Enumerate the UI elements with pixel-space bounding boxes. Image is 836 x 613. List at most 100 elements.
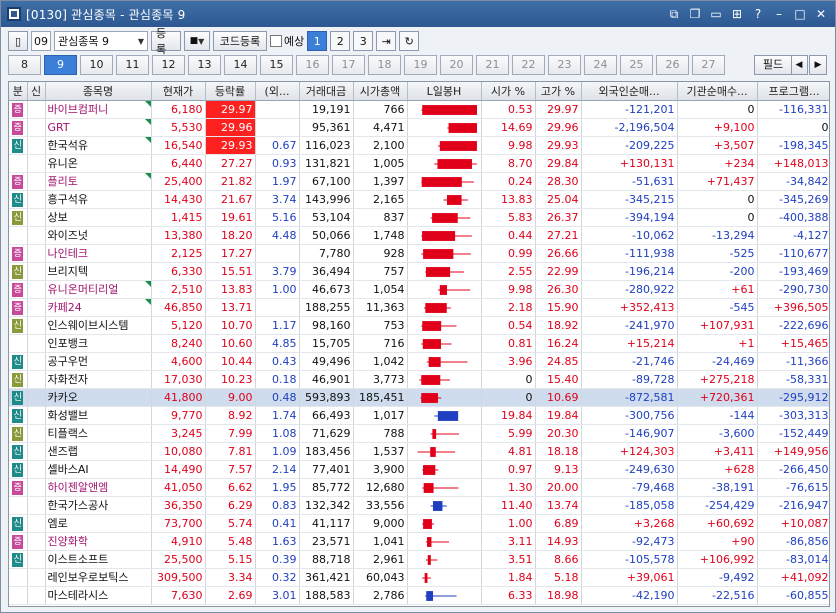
tab-prev-arrow-icon[interactable]: ◀	[790, 55, 808, 75]
program-net-buy: -110,677	[757, 244, 829, 263]
table-row[interactable]: 레인보우로보틱스 309,500 3.34 0.32 361,421 60,043 1.84…	[9, 568, 829, 587]
table-row[interactable]: 증 나인테크 2,125 17.27 7,780 928 0.99 26.66 -111,938…	[9, 244, 829, 263]
table-row[interactable]: 와이즈넛 13,380 18.20 4.48 50,066 1,748 0.44 27.21-…	[9, 226, 829, 245]
column-header[interactable]: 시가 %	[481, 82, 536, 101]
table-row[interactable]: 증 GRT 5,530 29.96 95,361 4,471 14.69 29.96 -2,19…	[9, 118, 829, 137]
table-row[interactable]: 신 티플랙스 3,245 7.99 1.08 71,629 788 5.99 20.30 -146…	[9, 424, 829, 443]
column-header[interactable]: 등락률	[205, 82, 256, 101]
page-3-button[interactable]: 3	[353, 31, 374, 51]
tab-13[interactable]: 13	[188, 55, 221, 75]
column-header[interactable]: L일봉H	[407, 82, 482, 101]
trade-amount: 66,493	[299, 406, 354, 425]
table-row[interactable]: 신 자화전자 17,030 10.23 0.18 46,901 3,773 0 15.40 -89…	[9, 370, 829, 389]
column-header[interactable]: 고가 %	[535, 82, 582, 101]
table-row[interactable]: 신 공구우먼 4,600 10.44 0.43 49,496 1,042 3.96 24.85-…	[9, 352, 829, 371]
market-division-cell: 증	[9, 244, 28, 263]
tab-11[interactable]: 11	[116, 55, 149, 75]
export-icon[interactable]: ⇥	[376, 31, 397, 51]
layout-toggle-icon[interactable]: ▯	[8, 31, 28, 51]
table-row[interactable]: 증 바이브컴퍼니 6,180 29.97 19,191 766 0.53 29.97 -121,…	[9, 100, 829, 119]
group-number[interactable]: 09	[31, 31, 51, 51]
column-header[interactable]: 외국인순매...	[581, 82, 678, 101]
column-header[interactable]: 거래대금	[299, 82, 354, 101]
watchlist-grid[interactable]: 분 신 종목명 현재가 등락률 (외... 거래대금 시가총액 L일봉H 시가 % 고가 % 외국인순…	[8, 81, 830, 607]
column-header[interactable]: 시가총액	[353, 82, 408, 101]
register-button[interactable]: 등록	[151, 27, 181, 56]
table-row[interactable]: 증 플리토 25,400 21.82 1.97 67,100 1,397 0.24 28.30-…	[9, 172, 829, 191]
tab-27[interactable]: 27	[692, 55, 725, 75]
grid-settings-icon[interactable]: ⊞	[729, 6, 745, 22]
table-row[interactable]: 신 인스웨이브시스템 5,120 10.70 1.17 98,160 753 0.54 18.9…	[9, 316, 829, 335]
tab-17[interactable]: 17	[332, 55, 365, 75]
close-icon[interactable]: ✕	[813, 6, 829, 22]
table-row[interactable]: 한국가스공사 36,350 6.29 0.83 132,342 33,556 11.40 13…	[9, 496, 829, 515]
checkbox-box[interactable]	[270, 35, 282, 47]
page-2-button[interactable]: 2	[330, 31, 351, 51]
filter-button[interactable]: 필드	[754, 55, 792, 75]
minimize-icon[interactable]: –	[771, 6, 787, 22]
preview-checkbox[interactable]: 예상	[270, 31, 304, 51]
tab-15[interactable]: 15	[260, 55, 293, 75]
table-row[interactable]: 신 브리지텍 6,330 15.51 3.79 36,494 757 2.55 22.99 -19…	[9, 262, 829, 281]
table-row[interactable]: 신 화성밸브 9,770 8.92 1.74 66,493 1,017 19.84 19.84-…	[9, 406, 829, 425]
column-header[interactable]: 종목명	[45, 82, 152, 101]
table-row[interactable]: 인포뱅크 8,240 10.60 4.85 15,705 716 0.81 16.24 +15,…	[9, 334, 829, 353]
table-row[interactable]: 증 유니온머티리얼 2,510 13.83 1.00 46,673 1,054 9.98 26.…	[9, 280, 829, 299]
tab-8[interactable]: 8	[8, 55, 41, 75]
tab-24[interactable]: 24	[584, 55, 617, 75]
copy-window-icon[interactable]: ❐	[687, 6, 703, 22]
trade-amount: 132,342	[299, 496, 354, 515]
tab-14[interactable]: 14	[224, 55, 257, 75]
tab-19[interactable]: 19	[404, 55, 437, 75]
title-bar[interactable]: [0130] 관심종목 - 관심종목 9 ⧉ ❐ ▭ ⊞ ? – □ ✕	[1, 1, 835, 27]
tab-18[interactable]: 18	[368, 55, 401, 75]
stock-name: 흥구석유	[45, 190, 152, 209]
column-header[interactable]: 현재가	[151, 82, 206, 101]
column-header[interactable]: 기관순매수...	[677, 82, 758, 101]
link-icon[interactable]: ⧉	[666, 6, 682, 22]
tab-9[interactable]: 9	[44, 55, 77, 75]
market-cap: 757	[353, 262, 408, 281]
column-header[interactable]: (외...	[255, 82, 300, 101]
table-row[interactable]: 신 이스트소프트 25,500 5.15 0.39 88,718 2,961 3.51 8.66…	[9, 550, 829, 569]
help-icon[interactable]: ?	[750, 6, 766, 22]
table-row[interactable]: 유니온 6,440 27.27 0.93 131,821 1,005 8.70 29.84 +1…	[9, 154, 829, 173]
column-header[interactable]: 프로그램...	[757, 82, 829, 101]
tab-next-arrow-icon[interactable]: ▶	[809, 55, 827, 75]
tab-10[interactable]: 10	[80, 55, 113, 75]
table-row[interactable]: 신 샌즈랩 10,080 7.81 1.09 183,456 1,537 4.81 18.18 +…	[9, 442, 829, 461]
column-header[interactable]: 분	[9, 82, 28, 101]
tab-12[interactable]: 12	[152, 55, 185, 75]
tab-16[interactable]: 16	[296, 55, 329, 75]
open-rate: 4.81	[481, 442, 536, 461]
table-row[interactable]: 신 한국석유 16,540 29.93 0.67 116,023 2,100 9.98 29.9…	[9, 136, 829, 155]
table-row[interactable]: 증 진양화학 4,910 5.48 1.63 23,571 1,041 3.11 14.93 -9…	[9, 532, 829, 551]
table-row[interactable]: 마스테라시스 7,630 2.69 3.01 188,583 2,786 6.33 18.98…	[9, 586, 829, 605]
tab-21[interactable]: 21	[476, 55, 509, 75]
open-rate: 1.30	[481, 478, 536, 497]
screen-capture-icon[interactable]: ▭	[708, 6, 724, 22]
tab-22[interactable]: 22	[512, 55, 545, 75]
code-register-button[interactable]: 코드등록	[213, 31, 267, 51]
group-select[interactable]: 관심종목 9 ▼	[54, 31, 148, 51]
tab-20[interactable]: 20	[440, 55, 473, 75]
page-1-button[interactable]: 1	[307, 31, 328, 51]
table-row[interactable]: 신 카카오 41,800 9.00 0.48 593,893 185,451 0 10.69 -8…	[9, 388, 829, 407]
column-header[interactable]: 신	[27, 82, 46, 101]
table-row[interactable]: 증 카페24 46,850 13.71 188,255 11,363 2.18 15.90 +3…	[9, 298, 829, 317]
table-row[interactable]: 신 엠로 73,700 5.74 0.41 41,117 9,000 1.00 6.89 +3,2…	[9, 514, 829, 533]
maximize-icon[interactable]: □	[792, 6, 808, 22]
change-rate: 10.44	[205, 352, 256, 371]
tab-25[interactable]: 25	[620, 55, 653, 75]
tab-23[interactable]: 23	[548, 55, 581, 75]
table-row[interactable]: 증 하이젠알앤엠 41,050 6.62 1.95 85,772 12,680 1.30 20.…	[9, 478, 829, 497]
view-mode-dropdown[interactable]: ■ ▼	[184, 31, 210, 51]
program-net-buy: -400,388	[757, 208, 829, 227]
table-row[interactable]: 신 흥구석유 14,430 21.67 3.74 143,996 2,165 13.83 25.…	[9, 190, 829, 209]
stock-name: 이스트소프트	[45, 550, 152, 569]
table-row[interactable]: 신 상보 1,415 19.61 5.16 53,104 837 5.83 26.37 -394,…	[9, 208, 829, 227]
refresh-icon[interactable]: ↻	[399, 31, 420, 51]
tab-26[interactable]: 26	[656, 55, 689, 75]
institution-net-buy: -200	[677, 262, 758, 281]
table-row[interactable]: 신 셀바스AI 14,490 7.57 2.14 77,401 3,900 0.97 9.13-…	[9, 460, 829, 479]
